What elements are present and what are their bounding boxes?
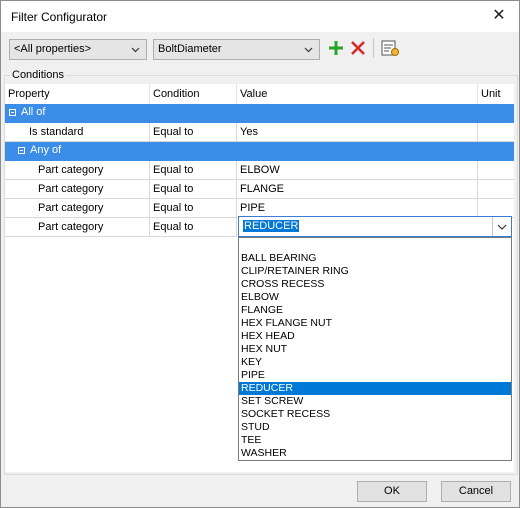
group-label-any-of: Any of xyxy=(30,144,62,156)
collapse-icon[interactable] xyxy=(18,147,25,154)
property-cell: Is standard xyxy=(5,123,150,142)
property-filter-combo[interactable]: <All properties> xyxy=(9,39,147,60)
window-title: Filter Configurator xyxy=(11,10,108,24)
dropdown-option[interactable]: CLIP/RETAINER RING xyxy=(239,265,511,278)
unit-cell xyxy=(478,123,514,142)
property-select-combo[interactable]: BoltDiameter xyxy=(153,39,320,60)
unit-cell xyxy=(478,161,514,180)
group-row-any-of[interactable]: Any of xyxy=(5,142,514,161)
condition-cell: Equal to xyxy=(150,218,237,237)
ok-button[interactable]: OK xyxy=(357,481,427,502)
dropdown-option[interactable]: KEY xyxy=(239,356,511,369)
group-row-all-of[interactable]: All of xyxy=(5,104,514,123)
dropdown-option[interactable]: REDUCER xyxy=(239,382,511,395)
dropdown-option[interactable]: ELBOW xyxy=(239,291,511,304)
dropdown-option[interactable]: PIPE xyxy=(239,369,511,382)
condition-cell: Equal to xyxy=(150,199,237,218)
dropdown-option[interactable] xyxy=(239,239,511,252)
toolbar: <All properties> BoltDiameter xyxy=(1,32,519,68)
delete-x-icon xyxy=(351,41,365,55)
dropdown-option[interactable]: HEX NUT xyxy=(239,343,511,356)
column-header-value[interactable]: Value xyxy=(237,84,478,104)
add-condition-button[interactable] xyxy=(325,37,347,59)
condition-cell: Equal to xyxy=(150,161,237,180)
dropdown-button[interactable] xyxy=(492,217,511,236)
dropdown-option[interactable]: TEE xyxy=(239,434,511,447)
remove-condition-button[interactable] xyxy=(347,37,369,59)
grid-header: Property Condition Value Unit xyxy=(5,84,514,105)
column-header-unit[interactable]: Unit xyxy=(478,84,514,104)
dropdown-option[interactable]: HEX FLANGE NUT xyxy=(239,317,511,330)
table-row[interactable]: Is standard Equal to Yes xyxy=(5,123,514,142)
close-icon[interactable]: ✕ xyxy=(487,4,511,28)
chevron-down-icon xyxy=(304,47,313,53)
property-cell: Part category xyxy=(5,218,150,237)
filter-settings-icon xyxy=(381,40,399,56)
table-row[interactable]: Part category Equal to FLANGE xyxy=(5,180,514,199)
plus-icon xyxy=(329,41,343,55)
property-select-value: BoltDiameter xyxy=(158,43,222,55)
value-cell: Yes xyxy=(237,123,478,142)
dropdown-option[interactable]: STUD xyxy=(239,421,511,434)
property-cell: Part category xyxy=(5,199,150,218)
conditions-label: Conditions xyxy=(10,69,66,81)
cancel-button[interactable]: Cancel xyxy=(441,481,511,502)
unit-cell xyxy=(478,180,514,199)
property-cell: Part category xyxy=(5,180,150,199)
column-header-condition[interactable]: Condition xyxy=(150,84,237,104)
value-cell: FLANGE xyxy=(237,180,478,199)
title-bar: Filter Configurator ✕ xyxy=(1,1,519,32)
condition-cell: Equal to xyxy=(150,180,237,199)
dialog-footer: OK Cancel xyxy=(1,476,519,507)
chevron-down-icon xyxy=(131,47,140,53)
chevron-down-icon xyxy=(497,224,507,230)
value-editor-combo[interactable]: REDUCER xyxy=(238,216,512,237)
dropdown-option[interactable]: SOCKET RECESS xyxy=(239,408,511,421)
filter-settings-button[interactable] xyxy=(379,37,401,59)
filter-configurator-dialog: Filter Configurator ✕ <All properties> B… xyxy=(0,0,520,508)
dropdown-option[interactable]: FLANGE xyxy=(239,304,511,317)
dropdown-option[interactable]: HEX HEAD xyxy=(239,330,511,343)
dropdown-option[interactable]: BALL BEARING xyxy=(239,252,511,265)
dropdown-option[interactable]: CROSS RECESS xyxy=(239,278,511,291)
collapse-icon[interactable] xyxy=(9,109,16,116)
property-cell: Part category xyxy=(5,161,150,180)
table-row[interactable]: Part category Equal to ELBOW xyxy=(5,161,514,180)
column-header-property[interactable]: Property xyxy=(5,84,150,104)
value-dropdown-list[interactable]: BALL BEARING CLIP/RETAINER RING CROSS RECE… xyxy=(238,237,512,461)
dropdown-option[interactable]: SET SCREW xyxy=(239,395,511,408)
toolbar-separator xyxy=(373,38,374,58)
dropdown-option[interactable]: WASHER xyxy=(239,447,511,460)
condition-cell: Equal to xyxy=(150,123,237,142)
value-editor-text[interactable]: REDUCER xyxy=(243,220,300,232)
property-filter-value: <All properties> xyxy=(14,43,92,55)
value-cell: ELBOW xyxy=(237,161,478,180)
group-label-all-of: All of xyxy=(21,106,46,118)
